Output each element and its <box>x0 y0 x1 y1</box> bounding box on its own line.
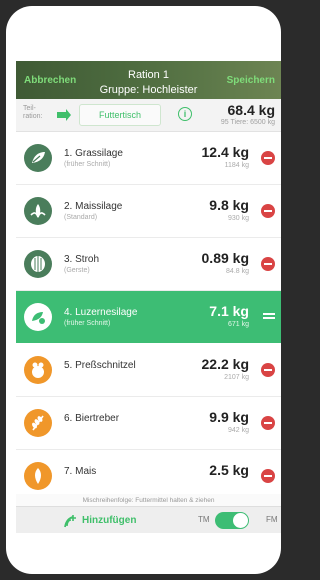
save-button[interactable]: Speichern <box>227 75 275 86</box>
delete-icon[interactable] <box>261 257 275 271</box>
delete-icon[interactable] <box>261 204 275 218</box>
ration-toolbar: Teil- ration: Futtertisch i 68.4 kg 95 T… <box>16 99 281 132</box>
item-name: 1. Grassilage <box>64 148 123 159</box>
herd-total: 95 Tiere: 6500 kg <box>220 119 275 126</box>
alfalfa-silage-icon <box>24 303 52 331</box>
list-item[interactable]: 5. Preßschnitzel 22.2 kg 2107 kg <box>16 344 281 397</box>
item-quantity: 22.2 kg <box>201 356 249 372</box>
mix-label-text: Teil- ration: <box>23 105 43 120</box>
feed-table-arrow-icon <box>57 109 71 121</box>
delete-icon[interactable] <box>261 469 275 483</box>
bottom-bar: Hinzufügen TM FM <box>16 506 281 533</box>
list-item[interactable]: 6. Biertreber 9.9 kg 942 kg <box>16 397 281 450</box>
list-item-selected[interactable]: 4. Luzernesilage (früher Schnitt) 7.1 kg… <box>16 291 281 343</box>
item-subtitle: (Standard) <box>64 214 98 221</box>
item-quantity: 2.5 kg <box>209 462 249 478</box>
header-bar: Abbrechen Ration 1 Gruppe: Hochleister S… <box>16 61 281 99</box>
add-button[interactable]: Hinzufügen <box>82 515 136 526</box>
item-name: 3. Stroh <box>64 254 100 265</box>
tm-label: TM <box>198 515 210 524</box>
add-feed-icon[interactable] <box>63 514 77 528</box>
delete-icon[interactable] <box>261 151 275 165</box>
app-screen: Abbrechen Ration 1 Gruppe: Hochleister S… <box>16 61 281 533</box>
straw-icon <box>24 250 52 278</box>
corn-icon <box>24 462 52 490</box>
tm-fm-toggle[interactable] <box>215 512 249 529</box>
item-quantity: 12.4 kg <box>201 144 249 160</box>
item-subtitle: (früher Schnitt) <box>64 320 111 327</box>
beet-pulp-icon <box>24 356 52 384</box>
item-subtitle: (früher Schnitt) <box>64 161 111 168</box>
ration-list: 1. Grassilage (früher Schnitt) 12.4 kg 1… <box>16 132 281 494</box>
item-quantity: 7.1 kg <box>209 303 249 319</box>
item-total-quantity: 2107 kg <box>224 374 249 381</box>
maize-silage-icon <box>24 197 52 225</box>
fm-label: FM <box>266 515 278 524</box>
item-name: 2. Maissilage <box>64 201 123 212</box>
total-weight: 68.4 kg <box>227 102 275 118</box>
grass-silage-icon <box>24 144 52 172</box>
item-total-quantity: 671 kg <box>227 321 249 328</box>
item-quantity: 9.9 kg <box>209 409 249 425</box>
list-item[interactable]: 3. Stroh (Gerste) 0.89 kg 84.8 kg <box>16 238 281 291</box>
list-item[interactable]: 7. Mais 2.5 kg <box>16 450 281 494</box>
item-quantity: 0.89 kg <box>201 250 249 266</box>
device-frame: Abbrechen Ration 1 Gruppe: Hochleister S… <box>6 6 281 574</box>
item-total-quantity: 84.8 kg <box>226 268 249 275</box>
drag-handle-icon[interactable] <box>263 313 275 321</box>
item-name: 6. Biertreber <box>64 413 120 424</box>
delete-icon[interactable] <box>261 416 275 430</box>
item-total-quantity: 942 kg <box>227 427 249 434</box>
delete-icon[interactable] <box>261 363 275 377</box>
brewers-grain-icon <box>24 409 52 437</box>
item-name: 4. Luzernesilage <box>64 307 138 318</box>
list-item[interactable]: 2. Maissilage (Standard) 9.8 kg 930 kg <box>16 185 281 238</box>
feed-table-button[interactable]: Futtertisch <box>79 104 161 126</box>
item-name: 7. Mais <box>64 466 97 477</box>
list-item[interactable]: 1. Grassilage (früher Schnitt) 12.4 kg 1… <box>16 132 281 185</box>
mix-label: Teil- ration: <box>23 105 51 121</box>
item-quantity: 9.8 kg <box>209 197 249 213</box>
item-total-quantity: 930 kg <box>227 215 249 222</box>
item-subtitle: (Gerste) <box>64 267 90 274</box>
item-name: 5. Preßschnitzel <box>64 360 136 371</box>
item-total-quantity: 1184 kg <box>224 162 249 169</box>
info-icon[interactable]: i <box>178 107 192 121</box>
